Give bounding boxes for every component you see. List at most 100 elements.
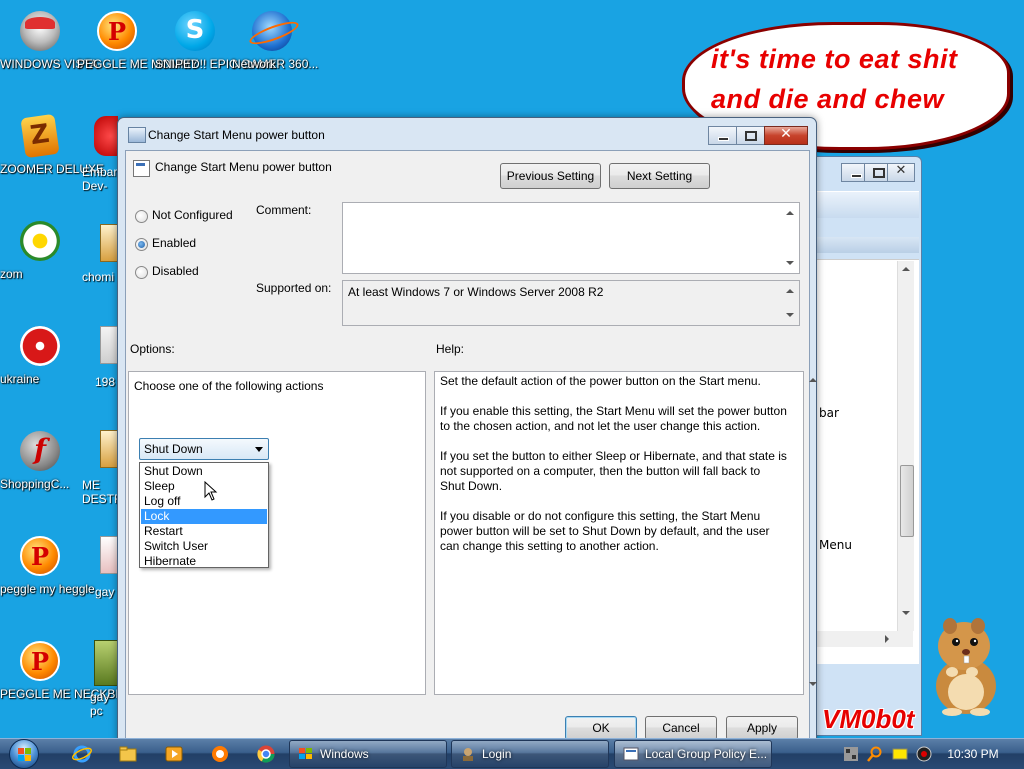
tray-app-icon[interactable] — [843, 746, 859, 762]
windows-flag-icon — [299, 748, 312, 759]
dropdown-option-hibernate[interactable]: Hibernate — [141, 554, 267, 569]
app-icon — [94, 640, 119, 686]
action-dropdown-value: Shut Down — [144, 442, 203, 456]
next-setting-button[interactable]: Next Setting — [609, 163, 710, 189]
supported-on-label: Supported on: — [256, 281, 332, 295]
background-window[interactable]: ✕ bar Menu — [800, 156, 922, 736]
taskbar-button-windows[interactable]: Windows — [289, 740, 447, 768]
dropdown-option-shut-down[interactable]: Shut Down — [141, 464, 267, 479]
volume-icon[interactable] — [916, 746, 932, 762]
minimize-icon[interactable] — [841, 163, 865, 182]
desktop-icon-zom[interactable]: zom — [0, 218, 80, 281]
taskbar-button-group-policy[interactable]: Local Group Policy E... — [614, 740, 772, 768]
desktop-icon-label: chomi — [82, 270, 115, 284]
desktop-icon-zoomer-deluxe[interactable]: Z ZOOMER DELUXE — [0, 113, 104, 176]
desktop-icon-label: ukraine — [0, 372, 40, 386]
search-icon[interactable] — [867, 746, 883, 762]
dropdown-option-switch-user[interactable]: Switch User — [141, 539, 267, 554]
dialog-caption-buttons: ✕ — [708, 126, 808, 145]
desktop-icon-network[interactable]: Network — [232, 8, 312, 71]
scroll-up-icon[interactable] — [786, 211, 794, 215]
desktop-icon-label: ME DESTR — [82, 478, 117, 506]
desktop-icon-windows-vista[interactable]: WINDOWS VISTA — [0, 8, 98, 71]
radio-label: Not Configured — [152, 208, 233, 222]
peggle-icon: P — [94, 8, 140, 54]
background-window-text: Menu — [819, 538, 852, 552]
desktop-icon-label: peggle my heggle — [0, 582, 95, 596]
close-icon: ✕ — [780, 126, 792, 142]
help-paragraph: If you disable or do not configure this … — [440, 509, 770, 553]
scroll-down-icon[interactable] — [902, 611, 910, 615]
media-player-icon[interactable] — [164, 744, 184, 764]
dialog-titlebar[interactable]: Change Start Menu power button ✕ — [118, 118, 816, 150]
setting-header-title: Change Start Menu power button — [155, 160, 332, 174]
desktop-icon-peggle-me-neckbea[interactable]: P PEGGLE ME NECKBEA... — [0, 638, 141, 701]
comment-textarea[interactable] — [342, 202, 800, 274]
help-paragraph: If you set the button to either Sleep or… — [440, 449, 787, 493]
desktop-icon-shoppingc[interactable]: f ShoppingC... — [0, 428, 80, 491]
supported-on-value: At least Windows 7 or Windows Server 200… — [348, 285, 604, 299]
windows-orb-icon — [9, 739, 39, 769]
network-icon — [249, 8, 295, 54]
scroll-down-icon[interactable] — [786, 313, 794, 317]
previous-setting-button[interactable]: Previous Setting — [500, 163, 601, 189]
policy-icon — [128, 127, 146, 143]
maximize-icon[interactable] — [864, 163, 888, 182]
chrome-icon[interactable] — [256, 744, 276, 764]
minimize-button[interactable] — [708, 126, 737, 145]
login-icon — [463, 748, 473, 761]
scroll-up-icon[interactable] — [809, 378, 817, 382]
taskbar-button-label: Local Group Policy E... — [645, 747, 768, 761]
close-icon[interactable]: ✕ — [887, 163, 915, 182]
action-dropdown-list[interactable]: Shut Down Sleep Log off Lock Restart Swi… — [139, 462, 269, 568]
scroll-thumb[interactable] — [900, 465, 914, 537]
desktop-icon-label: 198 — [95, 375, 116, 389]
internet-explorer-icon[interactable] — [72, 744, 92, 764]
action-dropdown[interactable]: Shut Down — [139, 438, 269, 460]
taskbar-button-login[interactable]: Login — [451, 740, 609, 768]
desktop-icon-label: ShoppingC... — [0, 477, 70, 491]
close-button[interactable]: ✕ — [764, 126, 808, 145]
taskbar-clock[interactable]: 10:30 PM — [936, 739, 1010, 769]
scroll-right-icon[interactable] — [885, 635, 889, 643]
taskbar-button-label: Windows — [320, 747, 369, 761]
maximize-button[interactable] — [736, 126, 765, 145]
scroll-down-icon[interactable] — [809, 682, 817, 686]
desktop-icon-label: gay — [95, 585, 115, 599]
radio-button[interactable] — [135, 238, 148, 251]
desktop-icon-peggle-me-mommy[interactable]: P PEGGLE ME MOMMY — [77, 8, 198, 71]
app-launcher-icon[interactable] — [210, 744, 230, 764]
background-window-caption-buttons: ✕ — [841, 163, 915, 182]
cancel-button[interactable]: Cancel — [645, 716, 717, 740]
desktop-icon-ukraine[interactable]: ukraine — [0, 323, 80, 386]
flag-notification-icon[interactable] — [892, 746, 908, 762]
chevron-down-icon — [255, 447, 263, 452]
desktop-icon-label: zom — [0, 267, 23, 281]
watermark-text: VM0b0t — [822, 704, 915, 734]
desktop-icon-label: Embar Dev- — [82, 165, 117, 193]
start-button[interactable] — [5, 739, 43, 769]
background-window-text: bar — [819, 406, 839, 420]
explorer-folder-icon[interactable] — [118, 744, 138, 764]
scroll-down-icon[interactable] — [786, 261, 794, 265]
radio-label: Disabled — [152, 264, 199, 278]
scroll-up-icon[interactable] — [902, 267, 910, 271]
policy-dialog[interactable]: Change Start Menu power button ✕ Change … — [117, 117, 817, 745]
ok-button[interactable]: OK — [565, 716, 637, 740]
desktop-icon-sniped[interactable]: S SNIPED!! EPIC GAMER 360... — [155, 8, 318, 71]
background-window-scrollbar[interactable] — [897, 261, 914, 631]
radio-button[interactable] — [135, 266, 148, 279]
dialog-client: Change Start Menu power button Previous … — [125, 150, 817, 745]
desktop-icon-peggle-my-heggle[interactable]: P peggle my heggle — [0, 533, 95, 596]
background-window-hscrollbar[interactable] — [815, 631, 913, 647]
flash-icon: f — [17, 428, 63, 474]
radio-button[interactable] — [135, 210, 148, 223]
scroll-up-icon[interactable] — [786, 289, 794, 293]
dropdown-option-restart[interactable]: Restart — [141, 524, 267, 539]
vista-icon — [17, 8, 63, 54]
dropdown-option-lock[interactable]: Lock — [141, 509, 267, 524]
help-label: Help: — [436, 342, 465, 356]
setting-icon — [133, 160, 150, 177]
help-paragraph: If you enable this setting, the Start Me… — [440, 404, 787, 433]
apply-button[interactable]: Apply — [726, 716, 798, 740]
